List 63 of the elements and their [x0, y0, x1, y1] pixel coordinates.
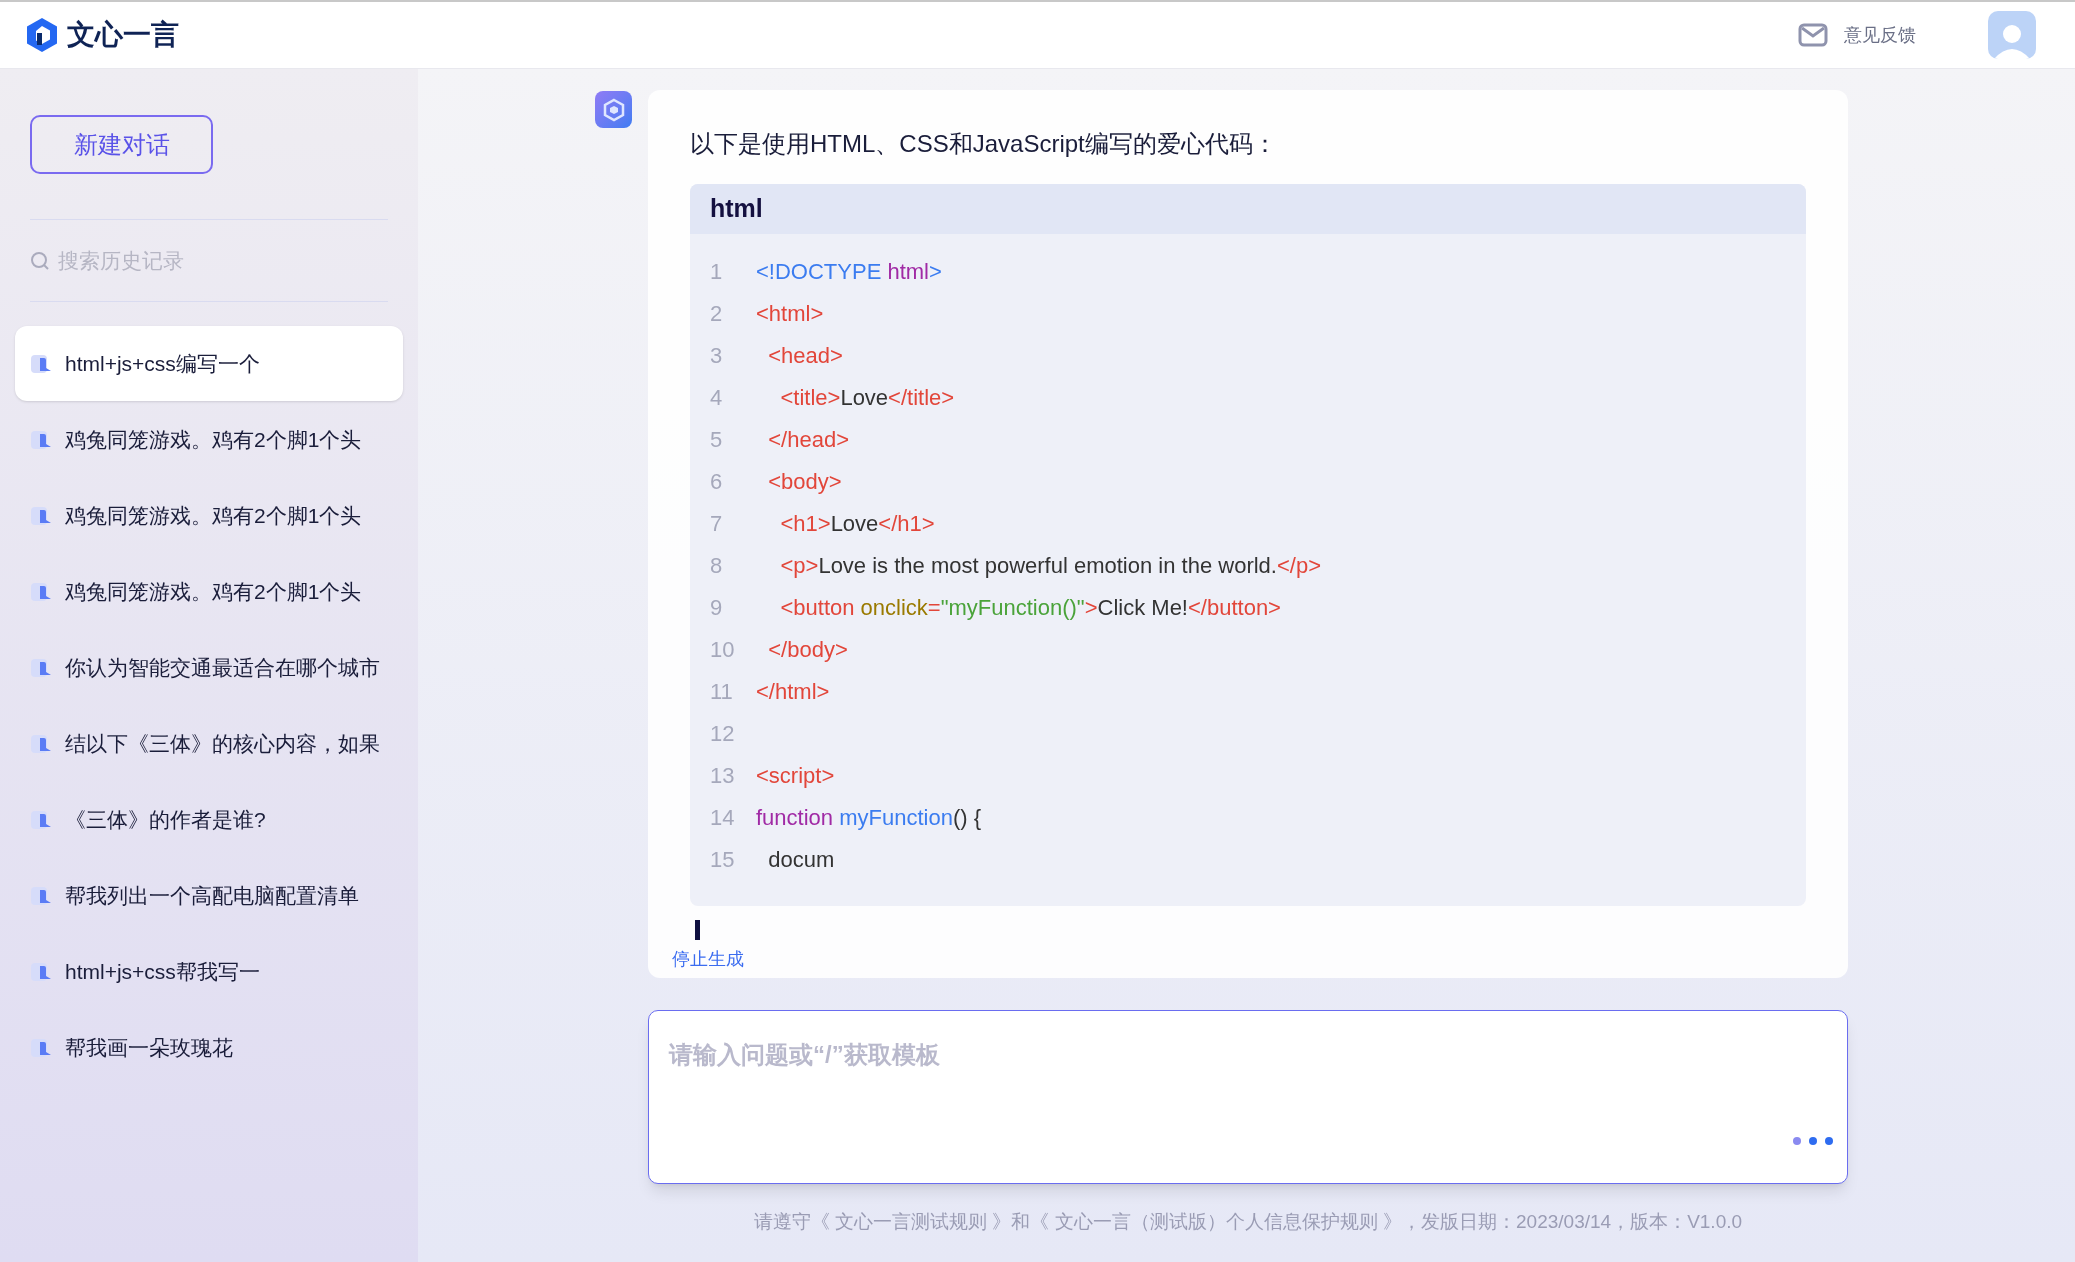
history-item[interactable]: 你认为智能交通最适合在哪个城市	[15, 630, 403, 705]
line-number: 3	[709, 341, 724, 370]
line-number: 1	[709, 257, 724, 286]
logo-icon	[25, 17, 59, 53]
answer-intro: 以下是使用HTML、CSS和JavaScript编写的爱心代码：	[690, 129, 1278, 159]
more-dots-icon[interactable]	[1792, 1136, 1834, 1146]
history-item[interactable]: 鸡兔同笼游戏。鸡有2个脚1个头	[15, 554, 403, 629]
line-number: 5	[709, 425, 724, 454]
line-number: 6	[709, 467, 724, 496]
history-item[interactable]: 帮我列出一个高配电脑配置清单	[15, 858, 403, 933]
line-number: 2	[709, 299, 724, 328]
code-line: </body>	[767, 635, 848, 664]
history-item[interactable]: 帮我画一朵玫瑰花	[15, 1010, 403, 1085]
history-item[interactable]: html+js+css编写一个	[15, 326, 403, 401]
line-number: 4	[709, 383, 724, 412]
footer-notice: 请遵守《 文心一言测试规则 》和《 文心一言（测试版）个人信息保护规则 》，发版日期：2023/03/14，版本：V1.0.0	[752, 1210, 1744, 1234]
feedback-button[interactable]: 意见反馈	[1798, 21, 1916, 49]
code-line: <h1>Love</h1>	[779, 509, 935, 538]
chat-bubble-icon	[31, 960, 53, 983]
code-line: </html>	[756, 677, 830, 706]
code-line: <body>	[767, 467, 842, 496]
stop-generating-link[interactable]: 停止生成	[672, 946, 744, 973]
history-item[interactable]: 结以下《三体》的核心内容，如果	[15, 706, 403, 781]
code-line: <script>	[756, 761, 835, 790]
history-item[interactable]: 鸡兔同笼游戏。鸡有2个脚1个头	[15, 402, 403, 477]
chat-bubble-icon	[31, 808, 53, 831]
code-line: <html>	[756, 299, 824, 328]
line-number: 11	[709, 677, 734, 706]
history-item[interactable]: html+js+css帮我写一	[15, 934, 403, 1009]
code-line: <!DOCTYPE html>	[756, 257, 942, 286]
line-number: 7	[709, 509, 724, 538]
mail-icon	[1798, 23, 1828, 47]
logo-text: 文心一言	[67, 18, 179, 52]
code-line: <button onclick="myFunction()">Click Me!</button>	[779, 593, 1281, 622]
code-line: <head>	[767, 341, 843, 370]
typing-cursor	[695, 920, 700, 940]
chat-bubble-icon	[31, 884, 53, 907]
history-item[interactable]: 鸡兔同笼游戏。鸡有2个脚1个头	[15, 478, 403, 553]
line-number: 12	[709, 719, 736, 748]
cube-icon	[601, 97, 626, 122]
search-icon	[30, 250, 50, 271]
chat-bubble-icon	[31, 352, 53, 375]
code-line: function myFunction() {	[756, 803, 981, 832]
chat-bubble-icon	[31, 580, 53, 603]
code-line: <title>Love</title>	[779, 383, 955, 412]
line-number: 14	[709, 803, 736, 832]
line-number: 13	[709, 761, 736, 790]
code-line: <p>Love is the most powerful emotion in the world.</p>	[779, 551, 1321, 580]
line-number: 9	[709, 593, 724, 622]
line-number: 8	[709, 551, 724, 580]
code-line: </head>	[767, 425, 849, 454]
chat-bubble-icon	[31, 732, 53, 755]
question-input[interactable]: 请输入问题或“/”获取模板	[648, 1010, 1848, 1184]
chat-bubble-icon	[31, 1036, 53, 1059]
line-number: 10	[709, 635, 736, 664]
chat-bubble-icon	[31, 428, 53, 451]
history-item[interactable]: 《三体》的作者是谁?	[15, 782, 403, 857]
code-line: docum	[767, 845, 835, 874]
line-number: 15	[709, 845, 736, 874]
chat-bubble-icon	[31, 656, 53, 679]
code-language: html	[710, 193, 763, 225]
new-chat-button[interactable]: 新建对话	[30, 115, 213, 174]
chat-bubble-icon	[31, 504, 53, 527]
